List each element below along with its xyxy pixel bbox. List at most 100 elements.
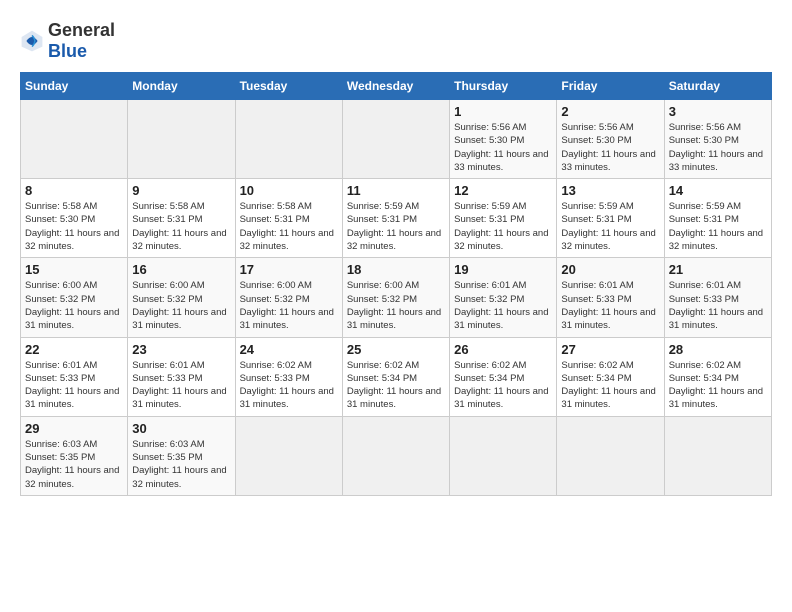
day-number: 30 bbox=[132, 421, 230, 436]
day-info: Sunrise: 5:59 AMSunset: 5:31 PMDaylight:… bbox=[561, 201, 655, 252]
calendar-day-11: 11 Sunrise: 5:59 AMSunset: 5:31 PMDayligh… bbox=[342, 179, 449, 258]
calendar-week-1: 1 Sunrise: 5:56 AMSunset: 5:30 PMDaylight… bbox=[21, 100, 772, 179]
day-number: 24 bbox=[240, 342, 338, 357]
day-info: Sunrise: 6:00 AMSunset: 5:32 PMDaylight:… bbox=[240, 280, 334, 331]
day-info: Sunrise: 6:01 AMSunset: 5:33 PMDaylight:… bbox=[669, 280, 763, 331]
header-tuesday: Tuesday bbox=[235, 73, 342, 100]
day-number: 11 bbox=[347, 183, 445, 198]
calendar-day-24: 24 Sunrise: 6:02 AMSunset: 5:33 PMDayligh… bbox=[235, 337, 342, 416]
day-number: 1 bbox=[454, 104, 552, 119]
calendar-table: SundayMondayTuesdayWednesdayThursdayFrid… bbox=[20, 72, 772, 496]
day-info: Sunrise: 5:56 AMSunset: 5:30 PMDaylight:… bbox=[561, 122, 655, 173]
logo: General Blue bbox=[20, 20, 115, 62]
day-info: Sunrise: 6:00 AMSunset: 5:32 PMDaylight:… bbox=[132, 280, 226, 331]
calendar-day-27: 27 Sunrise: 6:02 AMSunset: 5:34 PMDayligh… bbox=[557, 337, 664, 416]
calendar-day-12: 12 Sunrise: 5:59 AMSunset: 5:31 PMDayligh… bbox=[450, 179, 557, 258]
day-number: 19 bbox=[454, 262, 552, 277]
day-number: 14 bbox=[669, 183, 767, 198]
header-saturday: Saturday bbox=[664, 73, 771, 100]
day-number: 21 bbox=[669, 262, 767, 277]
day-info: Sunrise: 6:01 AMSunset: 5:33 PMDaylight:… bbox=[132, 360, 226, 411]
calendar-week-3: 15 Sunrise: 6:00 AMSunset: 5:32 PMDayligh… bbox=[21, 258, 772, 337]
day-info: Sunrise: 5:58 AMSunset: 5:31 PMDaylight:… bbox=[132, 201, 226, 252]
empty-cell bbox=[128, 100, 235, 179]
day-number: 15 bbox=[25, 262, 123, 277]
day-info: Sunrise: 6:01 AMSunset: 5:33 PMDaylight:… bbox=[561, 280, 655, 331]
day-info: Sunrise: 5:59 AMSunset: 5:31 PMDaylight:… bbox=[454, 201, 548, 252]
day-number: 22 bbox=[25, 342, 123, 357]
day-number: 27 bbox=[561, 342, 659, 357]
day-info: Sunrise: 6:02 AMSunset: 5:34 PMDaylight:… bbox=[669, 360, 763, 411]
day-number: 3 bbox=[669, 104, 767, 119]
calendar-day-26: 26 Sunrise: 6:02 AMSunset: 5:34 PMDayligh… bbox=[450, 337, 557, 416]
empty-cell bbox=[21, 100, 128, 179]
empty-cell bbox=[664, 416, 771, 495]
day-info: Sunrise: 6:03 AMSunset: 5:35 PMDaylight:… bbox=[132, 439, 226, 490]
calendar-day-2: 2 Sunrise: 5:56 AMSunset: 5:30 PMDaylight… bbox=[557, 100, 664, 179]
calendar-day-21: 21 Sunrise: 6:01 AMSunset: 5:33 PMDayligh… bbox=[664, 258, 771, 337]
calendar-week-5: 29 Sunrise: 6:03 AMSunset: 5:35 PMDayligh… bbox=[21, 416, 772, 495]
day-info: Sunrise: 5:59 AMSunset: 5:31 PMDaylight:… bbox=[347, 201, 441, 252]
day-info: Sunrise: 6:00 AMSunset: 5:32 PMDaylight:… bbox=[25, 280, 119, 331]
calendar-day-1: 1 Sunrise: 5:56 AMSunset: 5:30 PMDaylight… bbox=[450, 100, 557, 179]
day-number: 25 bbox=[347, 342, 445, 357]
calendar-day-9: 9 Sunrise: 5:58 AMSunset: 5:31 PMDaylight… bbox=[128, 179, 235, 258]
calendar-day-13: 13 Sunrise: 5:59 AMSunset: 5:31 PMDayligh… bbox=[557, 179, 664, 258]
empty-cell bbox=[235, 100, 342, 179]
calendar-day-14: 14 Sunrise: 5:59 AMSunset: 5:31 PMDayligh… bbox=[664, 179, 771, 258]
day-info: Sunrise: 6:01 AMSunset: 5:33 PMDaylight:… bbox=[25, 360, 119, 411]
page-header: General Blue bbox=[20, 20, 772, 62]
calendar-day-22: 22 Sunrise: 6:01 AMSunset: 5:33 PMDayligh… bbox=[21, 337, 128, 416]
header-monday: Monday bbox=[128, 73, 235, 100]
day-number: 10 bbox=[240, 183, 338, 198]
day-info: Sunrise: 6:01 AMSunset: 5:32 PMDaylight:… bbox=[454, 280, 548, 331]
day-number: 29 bbox=[25, 421, 123, 436]
calendar-day-29: 29 Sunrise: 6:03 AMSunset: 5:35 PMDayligh… bbox=[21, 416, 128, 495]
logo-general: General Blue bbox=[48, 20, 115, 62]
day-number: 23 bbox=[132, 342, 230, 357]
calendar-day-8: 8 Sunrise: 5:58 AMSunset: 5:30 PMDaylight… bbox=[21, 179, 128, 258]
header-sunday: Sunday bbox=[21, 73, 128, 100]
header-wednesday: Wednesday bbox=[342, 73, 449, 100]
day-info: Sunrise: 5:58 AMSunset: 5:30 PMDaylight:… bbox=[25, 201, 119, 252]
day-info: Sunrise: 6:02 AMSunset: 5:34 PMDaylight:… bbox=[561, 360, 655, 411]
empty-cell bbox=[557, 416, 664, 495]
day-number: 13 bbox=[561, 183, 659, 198]
day-number: 8 bbox=[25, 183, 123, 198]
calendar-day-19: 19 Sunrise: 6:01 AMSunset: 5:32 PMDayligh… bbox=[450, 258, 557, 337]
calendar-week-4: 22 Sunrise: 6:01 AMSunset: 5:33 PMDayligh… bbox=[21, 337, 772, 416]
calendar-day-17: 17 Sunrise: 6:00 AMSunset: 5:32 PMDayligh… bbox=[235, 258, 342, 337]
calendar-day-15: 15 Sunrise: 6:00 AMSunset: 5:32 PMDayligh… bbox=[21, 258, 128, 337]
calendar-day-30: 30 Sunrise: 6:03 AMSunset: 5:35 PMDayligh… bbox=[128, 416, 235, 495]
day-info: Sunrise: 5:56 AMSunset: 5:30 PMDaylight:… bbox=[669, 122, 763, 173]
day-info: Sunrise: 6:00 AMSunset: 5:32 PMDaylight:… bbox=[347, 280, 441, 331]
day-number: 26 bbox=[454, 342, 552, 357]
calendar-day-28: 28 Sunrise: 6:02 AMSunset: 5:34 PMDayligh… bbox=[664, 337, 771, 416]
day-info: Sunrise: 6:02 AMSunset: 5:34 PMDaylight:… bbox=[347, 360, 441, 411]
day-number: 18 bbox=[347, 262, 445, 277]
empty-cell bbox=[235, 416, 342, 495]
day-info: Sunrise: 5:58 AMSunset: 5:31 PMDaylight:… bbox=[240, 201, 334, 252]
day-info: Sunrise: 5:56 AMSunset: 5:30 PMDaylight:… bbox=[454, 122, 548, 173]
day-info: Sunrise: 6:02 AMSunset: 5:34 PMDaylight:… bbox=[454, 360, 548, 411]
header-friday: Friday bbox=[557, 73, 664, 100]
calendar-day-3: 3 Sunrise: 5:56 AMSunset: 5:30 PMDaylight… bbox=[664, 100, 771, 179]
day-number: 17 bbox=[240, 262, 338, 277]
day-info: Sunrise: 6:02 AMSunset: 5:33 PMDaylight:… bbox=[240, 360, 334, 411]
empty-cell bbox=[342, 416, 449, 495]
day-number: 16 bbox=[132, 262, 230, 277]
calendar-day-20: 20Sunrise: 6:01 AMSunset: 5:33 PMDayligh… bbox=[557, 258, 664, 337]
empty-cell bbox=[342, 100, 449, 179]
calendar-week-2: 8 Sunrise: 5:58 AMSunset: 5:30 PMDaylight… bbox=[21, 179, 772, 258]
day-number: 28 bbox=[669, 342, 767, 357]
calendar-day-18: 18 Sunrise: 6:00 AMSunset: 5:32 PMDayligh… bbox=[342, 258, 449, 337]
day-number: 12 bbox=[454, 183, 552, 198]
day-number: 9 bbox=[132, 183, 230, 198]
day-number: 2 bbox=[561, 104, 659, 119]
logo-icon bbox=[20, 29, 44, 53]
day-info: Sunrise: 6:03 AMSunset: 5:35 PMDaylight:… bbox=[25, 439, 119, 490]
day-info: Sunrise: 5:59 AMSunset: 5:31 PMDaylight:… bbox=[669, 201, 763, 252]
empty-cell bbox=[450, 416, 557, 495]
calendar-day-16: 16 Sunrise: 6:00 AMSunset: 5:32 PMDayligh… bbox=[128, 258, 235, 337]
calendar-day-25: 25 Sunrise: 6:02 AMSunset: 5:34 PMDayligh… bbox=[342, 337, 449, 416]
